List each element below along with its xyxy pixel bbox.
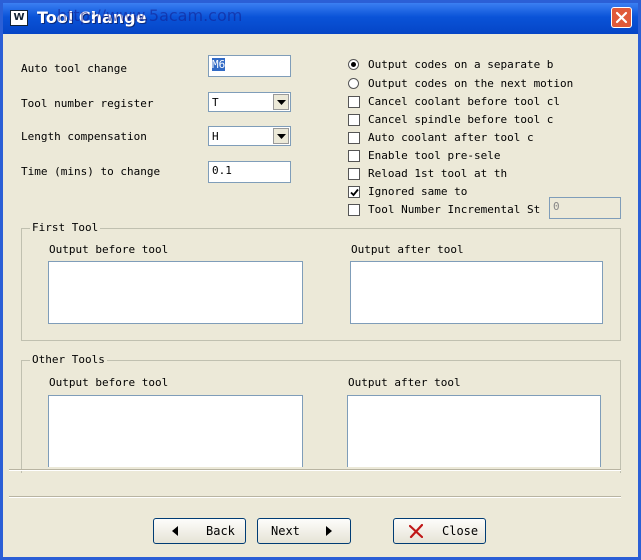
tool-change-dialog: W Tool Change http://www.5acam.com Auto … — [0, 0, 641, 560]
cancel-spindle-label: Cancel spindle before tool c — [368, 113, 554, 126]
auto-tool-change-label: Auto tool change — [21, 62, 127, 75]
back-button[interactable]: Back — [153, 518, 246, 544]
radio-selected-icon[interactable] — [348, 59, 359, 70]
tool-number-register-select[interactable]: T — [208, 92, 291, 112]
first-tool-after-label: Output after tool — [351, 243, 464, 256]
separator-line — [9, 469, 621, 471]
first-tool-before-label: Output before tool — [49, 243, 169, 256]
next-button[interactable]: Next — [257, 518, 351, 544]
checkbox-icon[interactable] — [348, 150, 360, 162]
length-compensation-value: H — [212, 130, 219, 143]
radio-icon[interactable] — [348, 78, 359, 89]
length-compensation-label: Length compensation — [21, 130, 147, 143]
other-tools-before-textarea[interactable] — [48, 395, 303, 467]
other-tools-title: Other Tools — [30, 353, 107, 366]
tool-number-incremental-label: Tool Number Incremental St — [368, 203, 541, 216]
time-to-change-input[interactable]: 0.1 — [208, 161, 291, 183]
cancel-coolant-label: Cancel coolant before tool cl — [368, 95, 561, 108]
checkbox-icon[interactable] — [348, 132, 360, 144]
app-icon: W — [10, 10, 28, 26]
checkbox-checked-icon[interactable] — [348, 186, 360, 198]
window-close-button[interactable] — [611, 7, 632, 28]
close-x-icon — [409, 524, 423, 538]
first-tool-after-textarea[interactable] — [350, 261, 603, 324]
auto-tool-change-value: M6 — [212, 58, 226, 71]
separator-line — [9, 496, 621, 498]
back-button-label: Back — [206, 524, 235, 538]
output-next-motion-label: Output codes on the next motion — [368, 77, 574, 90]
checkbox-icon[interactable] — [348, 168, 360, 180]
first-tool-before-textarea[interactable] — [48, 261, 303, 324]
other-tools-before-label: Output before tool — [49, 376, 169, 389]
chevron-down-icon[interactable] — [273, 128, 289, 144]
output-separate-label: Output codes on a separate b — [368, 58, 554, 71]
chevron-down-icon[interactable] — [273, 94, 289, 110]
other-tools-after-label: Output after tool — [348, 376, 461, 389]
close-button-label: Close — [442, 524, 479, 538]
arrow-right-icon — [326, 526, 332, 536]
close-icon — [615, 11, 628, 24]
close-button[interactable]: Close — [393, 518, 486, 544]
checkbox-icon[interactable] — [348, 96, 360, 108]
other-tools-after-textarea[interactable] — [347, 395, 601, 467]
first-tool-title: First Tool — [30, 221, 101, 234]
tool-number-incremental-input[interactable]: 0 — [549, 197, 621, 219]
checkbox-icon[interactable] — [348, 204, 360, 216]
ignored-same-label: Ignored same to — [368, 185, 468, 198]
next-button-label: Next — [271, 524, 300, 538]
enable-preselect-label: Enable tool pre-sele — [368, 149, 501, 162]
title-bar[interactable]: W Tool Change http://www.5acam.com — [3, 3, 638, 34]
watermark-text: http://www.5acam.com — [57, 6, 243, 25]
auto-tool-change-input[interactable]: M6 — [208, 55, 291, 77]
arrow-left-icon — [172, 526, 178, 536]
reload-first-tool-label: Reload 1st tool at th — [368, 167, 508, 180]
checkbox-icon[interactable] — [348, 114, 360, 126]
length-compensation-select[interactable]: H — [208, 126, 291, 146]
tool-number-register-label: Tool number register — [21, 97, 154, 110]
auto-coolant-label: Auto coolant after tool c — [368, 131, 534, 144]
tool-number-register-value: T — [212, 96, 219, 109]
time-to-change-label: Time (mins) to change — [21, 165, 161, 178]
